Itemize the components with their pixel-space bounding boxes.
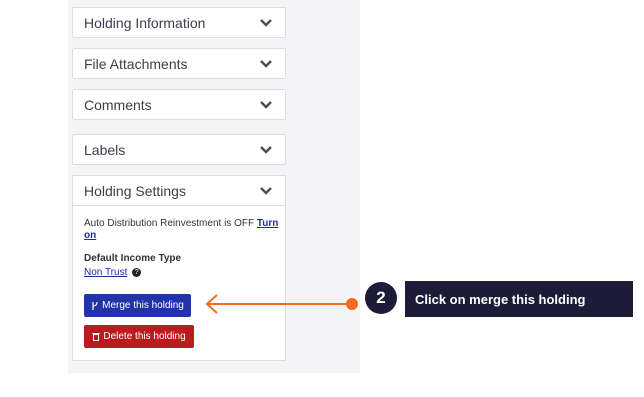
merge-icon bbox=[92, 301, 98, 310]
chevron-down-icon bbox=[260, 187, 272, 195]
section-holding-settings[interactable]: Holding Settings bbox=[72, 175, 286, 206]
delete-holding-button[interactable]: Delete this holding bbox=[84, 325, 194, 348]
default-income-type-label: Default Income Type bbox=[84, 253, 182, 264]
auto-distribution-status: Auto Distribution Reinvestment is OFF Tu… bbox=[84, 218, 279, 242]
chevron-down-icon bbox=[260, 60, 272, 68]
callout-text: Click on merge this holding bbox=[415, 291, 586, 307]
chevron-down-icon bbox=[260, 146, 272, 154]
callout-tooltip: Click on merge this holding bbox=[405, 281, 633, 317]
question-circle-icon[interactable]: ? bbox=[132, 267, 142, 277]
chevron-down-icon bbox=[260, 101, 272, 109]
merge-holding-button[interactable]: Merge this holding bbox=[84, 294, 191, 317]
auto-distribution-text: Auto Distribution Reinvestment is OFF bbox=[84, 218, 255, 229]
chevron-down-icon bbox=[260, 19, 272, 27]
divider bbox=[72, 205, 286, 206]
section-comments[interactable]: Comments bbox=[72, 89, 286, 120]
delete-button-label: Delete this holding bbox=[103, 331, 186, 342]
section-labels[interactable]: Labels bbox=[72, 134, 286, 165]
default-income-type-row: Non Trust ? bbox=[84, 267, 142, 279]
section-label: Comments bbox=[84, 97, 152, 113]
trash-icon bbox=[92, 333, 100, 341]
section-label: Holding Settings bbox=[84, 183, 186, 199]
section-label: File Attachments bbox=[84, 56, 188, 72]
section-label: Labels bbox=[84, 142, 126, 158]
step-number-badge: 2 bbox=[365, 282, 397, 314]
merge-button-label: Merge this holding bbox=[102, 300, 184, 311]
section-holding-information[interactable]: Holding Information bbox=[72, 7, 286, 38]
income-type-link[interactable]: Non Trust bbox=[84, 267, 127, 278]
callout-arrow bbox=[205, 294, 358, 314]
section-file-attachments[interactable]: File Attachments bbox=[72, 48, 286, 79]
section-label: Holding Information bbox=[84, 15, 206, 31]
